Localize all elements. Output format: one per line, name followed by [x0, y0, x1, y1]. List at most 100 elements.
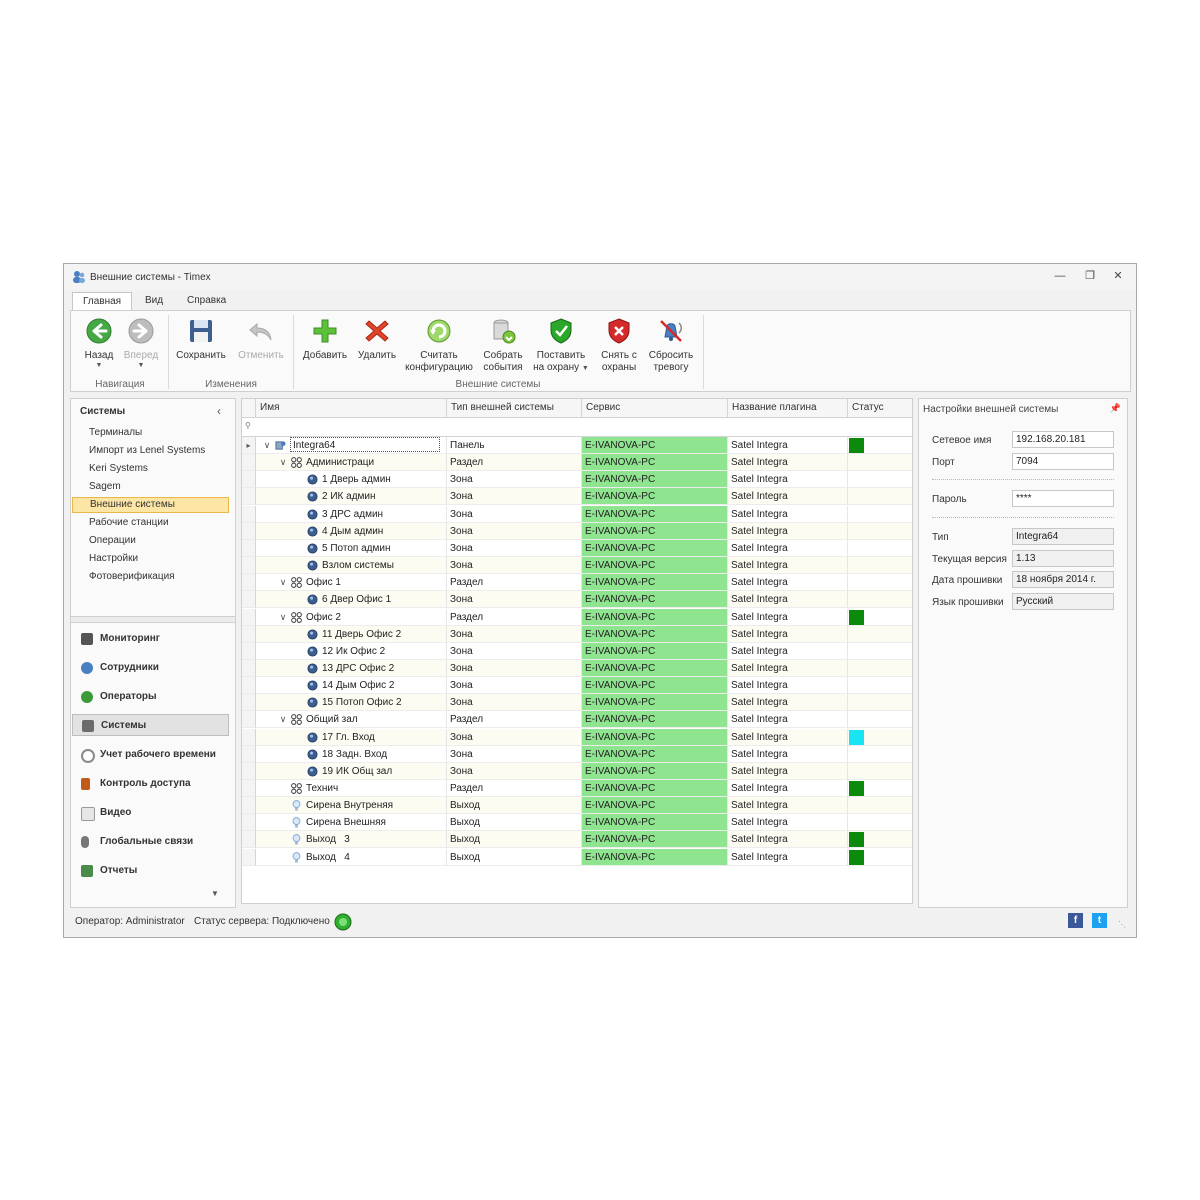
cell-type[interactable]: Зона — [447, 591, 582, 609]
cell-service[interactable]: E-IVANOVA-PC — [582, 454, 728, 472]
cell-type[interactable]: Раздел — [447, 711, 582, 729]
cell-name[interactable]: ∨ Офис 2 — [256, 608, 447, 626]
nav-global-links[interactable]: Глобальные связи — [72, 831, 229, 853]
cell-plugin[interactable]: Satel Integra — [728, 642, 848, 660]
sidebar-item-sagem[interactable]: Sagem — [89, 481, 121, 492]
row-indicator[interactable] — [242, 745, 256, 763]
cell-status[interactable] — [848, 557, 912, 575]
add-button[interactable]: Добавить — [297, 315, 353, 375]
cell-status[interactable] — [848, 659, 912, 677]
row-indicator[interactable] — [242, 454, 256, 472]
cell-type[interactable]: Раздел — [447, 608, 582, 626]
cell-status[interactable] — [848, 831, 912, 849]
row-indicator[interactable] — [242, 522, 256, 540]
table-row[interactable]: 3 ДРС админ Зона E-IVANOVA-PC Satel Integra — [242, 505, 912, 523]
cell-plugin[interactable]: Satel Integra — [728, 454, 848, 472]
cell-status[interactable] — [848, 454, 912, 472]
cell-type[interactable]: Зона — [447, 642, 582, 660]
cell-type[interactable]: Выход — [447, 831, 582, 849]
cell-type[interactable]: Зона — [447, 557, 582, 575]
cell-status[interactable] — [848, 694, 912, 712]
table-row[interactable]: 18 Задн. Вход Зона E-IVANOVA-PC Satel Integ… — [242, 745, 912, 763]
cell-plugin[interactable]: Satel Integra — [728, 814, 848, 832]
row-indicator[interactable] — [242, 574, 256, 592]
column-header-type[interactable]: Тип внешней системы — [447, 399, 582, 417]
arm-button[interactable]: Поставить на охрану ▼ — [531, 315, 591, 375]
cell-plugin[interactable]: Satel Integra — [728, 437, 848, 454]
cell-plugin[interactable]: Satel Integra — [728, 745, 848, 763]
cell-type[interactable]: Зона — [447, 762, 582, 780]
table-row[interactable]: 13 ДРС Офис 2 Зона E-IVANOVA-PC Satel Integ… — [242, 659, 912, 677]
collapse-sidebar-button[interactable]: ‹ — [217, 404, 221, 418]
row-indicator[interactable] — [242, 608, 256, 626]
sidebar-item-external-systems[interactable]: Внешние системы — [72, 497, 229, 513]
table-row[interactable]: ∨ Администраци Раздел E-IVANOVA-PC Satel Int… — [242, 454, 912, 472]
cell-type[interactable]: Зона — [447, 488, 582, 506]
cell-status[interactable] — [848, 728, 912, 746]
cell-service[interactable]: E-IVANOVA-PC — [582, 797, 728, 815]
cell-name[interactable]: Сирена Внутреняя — [256, 797, 447, 815]
sidebar-item-lenel-import[interactable]: Импорт из Lenel Systems — [89, 445, 205, 456]
cell-type[interactable]: Панель — [447, 437, 582, 454]
cell-service[interactable]: E-IVANOVA-PC — [582, 574, 728, 592]
cell-name[interactable]: ∨ Integra64 — [256, 437, 447, 454]
restore-button[interactable]: ❐ — [1082, 269, 1098, 283]
cell-type[interactable]: Зона — [447, 505, 582, 523]
cell-status[interactable] — [848, 540, 912, 557]
cell-type[interactable]: Зона — [447, 522, 582, 540]
cell-plugin[interactable]: Satel Integra — [728, 522, 848, 540]
column-header-service[interactable]: Сервис — [582, 399, 728, 417]
close-button[interactable]: ✕ — [1110, 269, 1126, 283]
cell-type[interactable]: Зона — [447, 694, 582, 712]
row-indicator[interactable] — [242, 505, 256, 523]
table-row[interactable]: Технич Раздел E-IVANOVA-PC Satel Integra — [242, 780, 912, 797]
cell-name[interactable]: Взлом системы — [256, 557, 447, 575]
sidebar-item-workstations[interactable]: Рабочие станции — [89, 517, 169, 528]
cell-type[interactable]: Зона — [447, 745, 582, 763]
row-indicator[interactable]: ▸ — [242, 437, 256, 454]
cell-service[interactable]: E-IVANOVA-PC — [582, 608, 728, 626]
cell-service[interactable]: E-IVANOVA-PC — [582, 505, 728, 523]
cell-name[interactable]: 15 Потоп Офис 2 — [256, 694, 447, 712]
cell-service[interactable]: E-IVANOVA-PC — [582, 694, 728, 712]
row-indicator[interactable] — [242, 625, 256, 643]
expand-toggle[interactable]: ∨ — [278, 711, 288, 727]
table-row[interactable]: 1 Дверь админ Зона E-IVANOVA-PC Satel Integ… — [242, 471, 912, 489]
cell-service[interactable]: E-IVANOVA-PC — [582, 591, 728, 609]
row-indicator[interactable] — [242, 848, 256, 866]
row-indicator[interactable] — [242, 728, 256, 746]
cell-type[interactable]: Зона — [447, 625, 582, 643]
tab-home[interactable]: Главная — [72, 292, 133, 311]
cell-status[interactable] — [848, 574, 912, 592]
column-header-name[interactable]: Имя — [256, 399, 447, 417]
cell-plugin[interactable]: Satel Integra — [728, 505, 848, 523]
cell-service[interactable]: E-IVANOVA-PC — [582, 437, 728, 454]
row-indicator[interactable] — [242, 814, 256, 832]
nav-access-control[interactable]: Контроль доступа — [72, 773, 229, 795]
cell-service[interactable]: E-IVANOVA-PC — [582, 780, 728, 797]
cell-type[interactable]: Раздел — [447, 780, 582, 797]
row-indicator[interactable] — [242, 797, 256, 815]
forward-button[interactable]: Вперед ▼ — [113, 315, 169, 375]
table-row[interactable]: 5 Потоп админ Зона E-IVANOVA-PC Satel Integ… — [242, 539, 912, 557]
cell-service[interactable]: E-IVANOVA-PC — [582, 711, 728, 729]
cell-status[interactable] — [848, 591, 912, 609]
cell-plugin[interactable]: Satel Integra — [728, 471, 848, 489]
cell-status[interactable] — [848, 522, 912, 540]
resize-grip[interactable]: ⋱ — [1118, 920, 1126, 929]
cell-plugin[interactable]: Satel Integra — [728, 625, 848, 643]
table-row[interactable]: 19 ИК Общ зал Зона E-IVANOVA-PC Satel Integ… — [242, 762, 912, 780]
table-row[interactable]: Выход 4 Выход E-IVANOVA-PC Satel Integra — [242, 848, 912, 866]
sidebar-item-settings[interactable]: Настройки — [89, 553, 138, 564]
cell-type[interactable]: Выход — [447, 814, 582, 832]
cell-plugin[interactable]: Satel Integra — [728, 831, 848, 849]
cell-status[interactable] — [848, 677, 912, 695]
port-field[interactable]: 7094 — [1012, 453, 1114, 470]
cell-name[interactable]: 13 ДРС Офис 2 — [256, 659, 447, 677]
cell-plugin[interactable]: Satel Integra — [728, 728, 848, 746]
column-header-status[interactable]: Статус — [848, 399, 912, 417]
cell-plugin[interactable]: Satel Integra — [728, 591, 848, 609]
sidebar-item-photo-verification[interactable]: Фотоверификация — [89, 571, 175, 582]
table-row[interactable]: 14 Дым Офис 2 Зона E-IVANOVA-PC Satel Integ… — [242, 677, 912, 695]
nav-operators[interactable]: Операторы — [72, 686, 229, 708]
